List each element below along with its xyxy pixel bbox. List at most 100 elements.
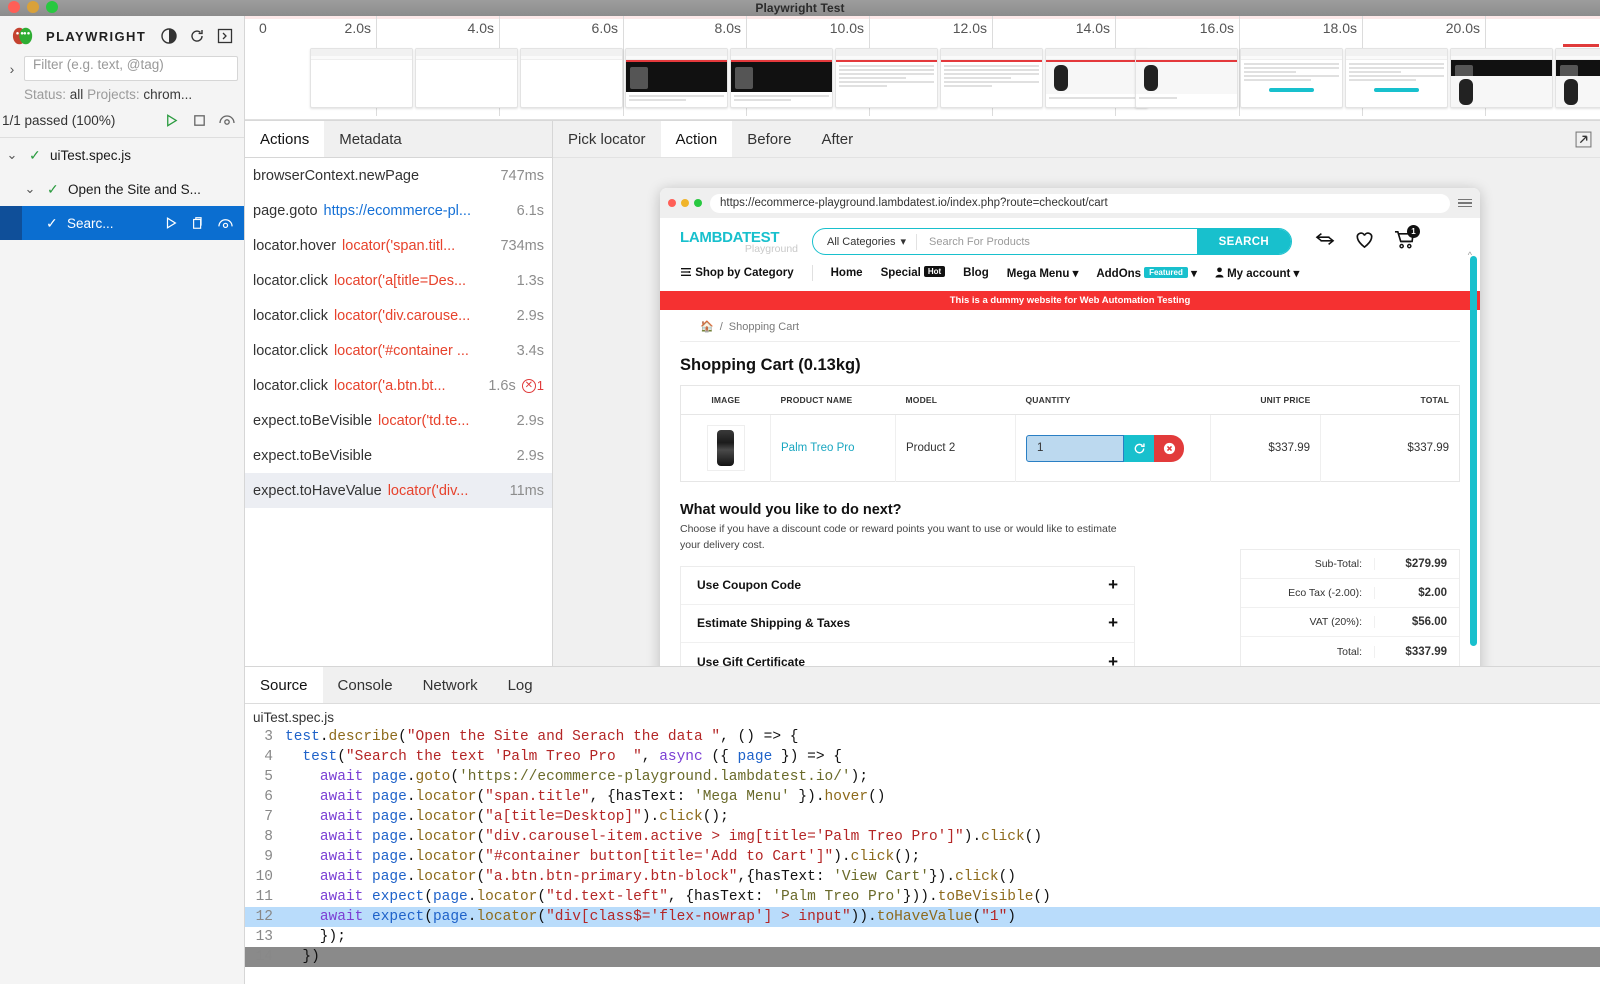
action-row[interactable]: page.gotohttps://ecommerce-pl...6.1s [245, 193, 552, 228]
browser-menu-icon[interactable] [1458, 199, 1472, 208]
page-scrollbar[interactable] [1470, 256, 1477, 646]
timeline-frame[interactable] [310, 48, 413, 108]
tab-before[interactable]: Before [732, 121, 806, 157]
accordion-use-gift-certificate[interactable]: Use Gift Certificate + [681, 643, 1134, 667]
cell-quantity: 1 [1016, 415, 1211, 482]
test-list-sidebar: PLAYWRIGHT › Filter (e.g. text, @tag) St… [0, 16, 245, 984]
tab-pick-locator[interactable]: Pick locator [553, 121, 661, 157]
tree-item-suite[interactable]: ⌄ ✓ Open the Site and S... [0, 172, 244, 206]
line-number: 13 [245, 927, 285, 947]
cart-icon[interactable]: 1 [1393, 229, 1416, 254]
timeline-frame[interactable] [730, 48, 833, 108]
order-total-value: $2.00 [1375, 587, 1447, 599]
status-value[interactable]: all [70, 87, 84, 102]
tab-network[interactable]: Network [408, 667, 493, 703]
action-locator: locator('a.btn.bt... [334, 378, 446, 394]
projects-label: Projects: [87, 87, 140, 102]
chevron-down-icon[interactable]: ⌄ [2, 147, 22, 163]
update-quantity-icon[interactable] [1124, 435, 1154, 462]
timeline-frame[interactable] [415, 48, 518, 108]
tab-console[interactable]: Console [323, 667, 408, 703]
chevron-right-icon[interactable]: › [0, 61, 24, 77]
compare-icon[interactable] [1314, 230, 1336, 253]
watch-test-icon[interactable] [216, 214, 234, 232]
action-row[interactable]: locator.clicklocator('div.carouse...2.9s [245, 298, 552, 333]
timeline-frame[interactable] [1450, 48, 1553, 108]
tab-action[interactable]: Action [661, 121, 733, 157]
timeline-frame[interactable] [1135, 48, 1238, 108]
nav-mega-menu[interactable]: Mega Menu ▾ [1007, 266, 1079, 280]
timeline-frame[interactable] [1045, 48, 1148, 108]
nav-special[interactable]: SpecialHot [881, 267, 946, 279]
action-row[interactable]: locator.clicklocator('#container ...3.4s [245, 333, 552, 368]
timeline-frame[interactable] [520, 48, 623, 108]
order-total-label: VAT (20%): [1253, 616, 1375, 628]
timeline-frame[interactable] [835, 48, 938, 108]
nav-shop-by-category[interactable]: Shop by Category [680, 267, 794, 279]
home-icon[interactable]: 🏠 [700, 320, 714, 333]
timeline-frame[interactable] [1555, 48, 1600, 108]
action-row[interactable]: expect.toBeVisible2.9s [245, 438, 552, 473]
action-row[interactable]: browserContext.newPage747ms [245, 158, 552, 193]
chevron-down-icon[interactable]: ⌄ [20, 181, 40, 197]
tab-metadata[interactable]: Metadata [324, 121, 417, 157]
error-icon: ✕ [522, 379, 536, 393]
tree-item-file[interactable]: ⌄ ✓ uiTest.spec.js [0, 138, 244, 172]
action-row[interactable]: locator.clicklocator('a.btn.bt...1.6s✕1 [245, 368, 552, 403]
source-code[interactable]: 3test.describe("Open the Site and Serach… [245, 727, 1600, 967]
product-link[interactable]: Palm Treo Pro [781, 442, 855, 454]
browser-url-bar[interactable]: https://ecommerce-playground.lambdatest.… [710, 194, 1450, 213]
watch-tests-icon[interactable] [218, 111, 236, 129]
run-test-icon[interactable] [162, 214, 180, 232]
category-select[interactable]: All Categories ▾ [813, 234, 917, 250]
action-row[interactable]: locator.hoverlocator('span.titl...734ms [245, 228, 552, 263]
col-quantity: QUANTITY [1016, 386, 1211, 415]
filter-input[interactable]: Filter (e.g. text, @tag) [24, 56, 238, 81]
nav-home[interactable]: Home [831, 267, 863, 279]
close-window-icon[interactable] [8, 1, 20, 13]
action-name: expect.toBeVisible [253, 413, 372, 429]
maximize-window-icon[interactable] [46, 1, 58, 13]
tree-item-test[interactable]: ✓ Searc... [0, 206, 244, 240]
minimize-window-icon[interactable] [27, 1, 39, 13]
tab-source[interactable]: Source [245, 667, 323, 703]
projects-value[interactable]: chrom... [143, 87, 192, 102]
search-input[interactable]: Search For Products [917, 236, 1197, 248]
quantity-input[interactable]: 1 [1026, 435, 1124, 462]
search-button[interactable]: SEARCH [1197, 229, 1291, 254]
action-name: locator.click [253, 378, 328, 394]
timeline-frame[interactable] [1345, 48, 1448, 108]
stop-tests-icon[interactable] [190, 111, 208, 129]
timeline-strip[interactable]: 02.0s4.0s6.0s8.0s10.0s12.0s14.0s16.0s18.… [245, 16, 1600, 121]
page-title: Shopping Cart (0.13kg) [660, 342, 1480, 385]
tab-log[interactable]: Log [493, 667, 548, 703]
timeline-frame[interactable] [1240, 48, 1343, 108]
reload-icon[interactable] [188, 27, 206, 45]
action-locator: locator('div.carouse... [334, 308, 470, 324]
product-thumbnail[interactable] [707, 425, 745, 471]
action-row[interactable]: expect.toBeVisiblelocator('td.te...2.9s [245, 403, 552, 438]
copy-test-icon[interactable] [189, 214, 207, 232]
action-row[interactable]: expect.toHaveValuelocator('div...11ms [245, 473, 552, 508]
window-traffic-lights[interactable] [8, 1, 58, 13]
action-row[interactable]: locator.clicklocator('a[title=Des...1.3s [245, 263, 552, 298]
accordion-estimate-shipping[interactable]: Estimate Shipping & Taxes + [681, 605, 1134, 643]
tab-after[interactable]: After [806, 121, 868, 157]
timeline-frame[interactable] [940, 48, 1043, 108]
line-number: 9 [245, 847, 285, 867]
tab-actions[interactable]: Actions [245, 121, 324, 157]
nav-blog[interactable]: Blog [963, 267, 989, 279]
site-logo[interactable]: LAMBDATEST Playground [680, 229, 798, 255]
timeline-frame[interactable] [625, 48, 728, 108]
remove-item-icon[interactable] [1154, 435, 1184, 462]
accordion-use-coupon-code[interactable]: Use Coupon Code + [681, 567, 1134, 605]
contrast-icon[interactable] [160, 27, 178, 45]
nav-addons[interactable]: AddOnsFeatured ▾ [1096, 266, 1197, 280]
action-error-badge[interactable]: ✕1 [522, 378, 544, 393]
nav-my-account[interactable]: My account ▾ [1215, 266, 1299, 280]
console-icon[interactable] [216, 27, 234, 45]
run-tests-icon[interactable] [162, 111, 180, 129]
open-snapshot-in-new-tab-icon[interactable] [1575, 121, 1600, 157]
test-tree: ⌄ ✓ uiTest.spec.js ⌄ ✓ Open the Site and… [0, 138, 244, 240]
wishlist-icon[interactable] [1354, 230, 1375, 254]
